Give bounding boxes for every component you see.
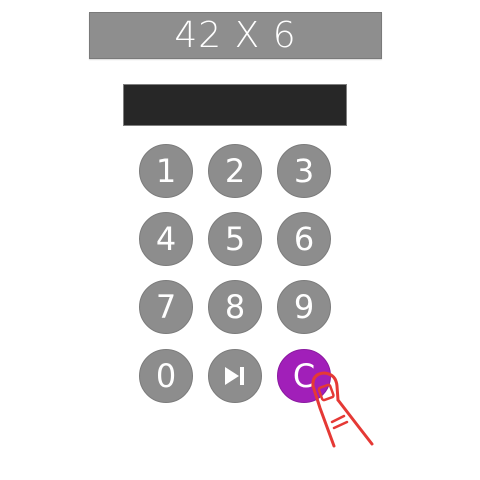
key-1-label: 1 (155, 152, 177, 190)
key-3[interactable]: 3 (277, 144, 331, 198)
key-7-label: 7 (155, 288, 177, 326)
key-2[interactable]: 2 (208, 144, 262, 198)
clear-label: C (292, 357, 316, 395)
problem-text: 42 X 6 (174, 15, 297, 56)
key-1[interactable]: 1 (139, 144, 193, 198)
skip-next-icon (222, 365, 248, 387)
key-8[interactable]: 8 (208, 280, 262, 334)
key-6-label: 6 (293, 220, 315, 258)
key-9-label: 9 (293, 288, 315, 326)
problem-display: 42 X 6 (89, 12, 382, 59)
key-0[interactable]: 0 (139, 349, 193, 403)
key-9[interactable]: 9 (277, 280, 331, 334)
key-2-label: 2 (224, 152, 246, 190)
key-0-label: 0 (155, 357, 177, 395)
key-8-label: 8 (224, 288, 246, 326)
answer-display (123, 84, 347, 126)
skip-button[interactable] (208, 349, 262, 403)
clear-button[interactable]: C (277, 349, 331, 403)
key-5[interactable]: 5 (208, 212, 262, 266)
key-6[interactable]: 6 (277, 212, 331, 266)
key-7[interactable]: 7 (139, 280, 193, 334)
key-5-label: 5 (224, 220, 246, 258)
key-3-label: 3 (293, 152, 315, 190)
calculator-game: 42 X 6 1 2 3 4 5 6 7 8 9 0 C (0, 0, 480, 480)
key-4[interactable]: 4 (139, 212, 193, 266)
key-4-label: 4 (155, 220, 177, 258)
